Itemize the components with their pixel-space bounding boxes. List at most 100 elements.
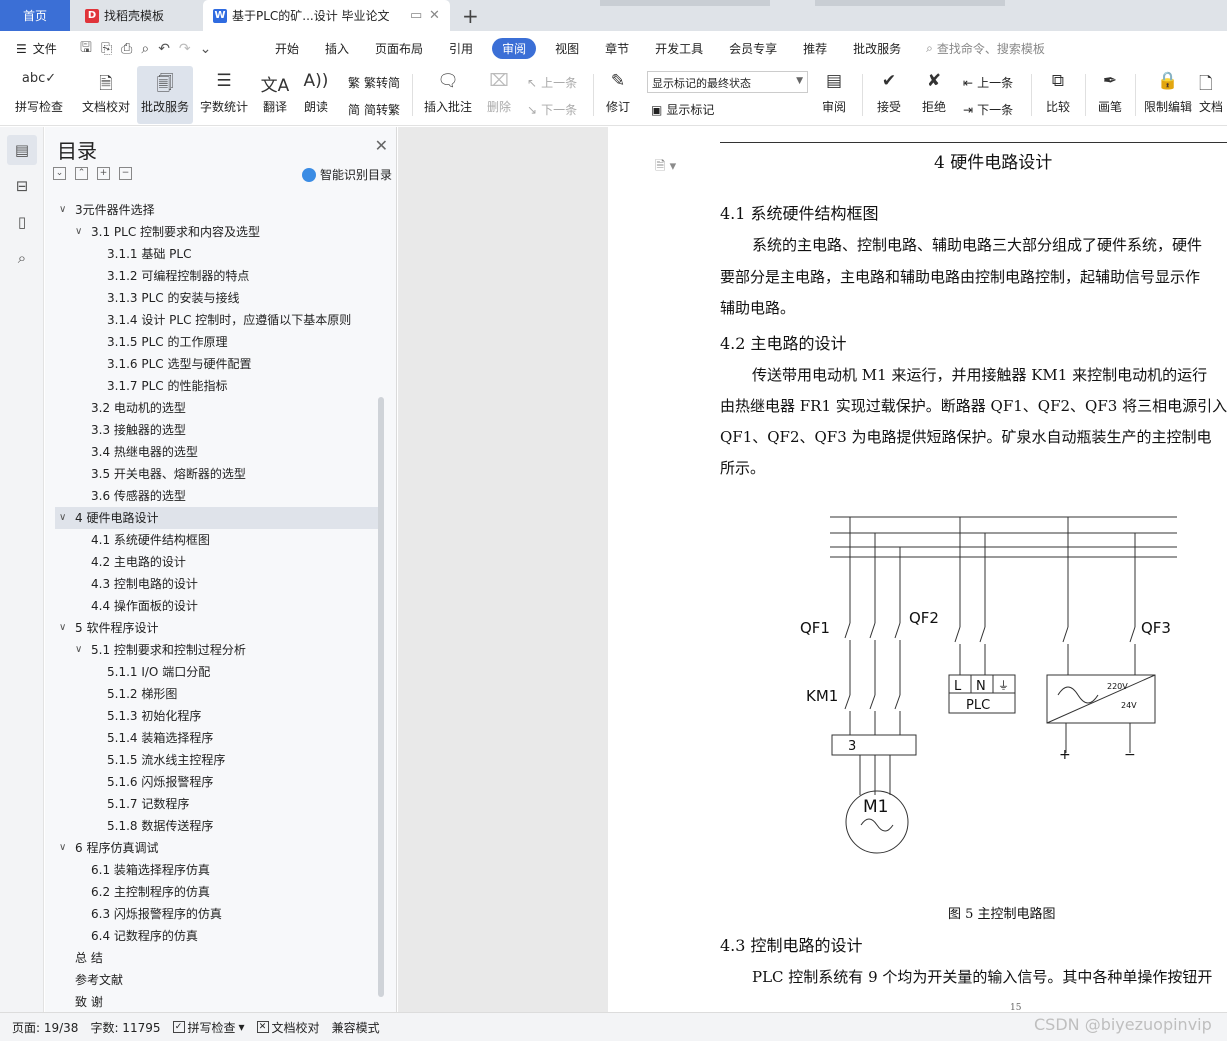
toc-item[interactable]: ∨ 4 硬件电路设计: [55, 507, 378, 529]
toc-item[interactable]: 6.4 记数程序的仿真: [45, 925, 385, 947]
menu-item[interactable]: 开始: [262, 40, 312, 57]
tab-document[interactable]: W 基于PLC的矿...设计 毕业论文 ▭ ✕: [203, 0, 450, 31]
pen-button[interactable]: ✒ 画笔: [1092, 66, 1128, 124]
revise-button[interactable]: ✎ 修订: [600, 66, 636, 124]
toc-item[interactable]: ∨ 5 软件程序设计: [45, 617, 385, 639]
word-count-button[interactable]: ☰ 字数统计: [196, 66, 252, 124]
review-pane-button[interactable]: ▤ 审阅: [815, 66, 853, 124]
toc-item[interactable]: 4.4 操作面板的设计: [45, 595, 385, 617]
toc-item[interactable]: 3.1.6 PLC 选型与硬件配置: [45, 353, 385, 375]
add-tab-button[interactable]: +: [462, 4, 479, 28]
toc-item[interactable]: 3.1.2 可编程控制器的特点: [45, 265, 385, 287]
restrict-edit-button[interactable]: 🔒 限制编辑: [1141, 66, 1195, 124]
toc-icon[interactable]: ▤: [7, 135, 37, 165]
correct-service-button[interactable]: 🗐 批改服务: [137, 66, 193, 124]
toc-item[interactable]: 5.1.2 梯形图: [45, 683, 385, 705]
toc-item[interactable]: 4.2 主电路的设计: [45, 551, 385, 573]
preview-icon[interactable]: ⌕: [141, 41, 149, 57]
delete-comment-button[interactable]: ⌧ 删除: [480, 66, 518, 124]
toc-item[interactable]: 3.1.4 设计 PLC 控制时，应遵循以下基本原则: [45, 309, 385, 331]
expand-up-icon[interactable]: ⌃: [75, 167, 88, 180]
expand-caret-icon[interactable]: ∨: [75, 221, 82, 243]
expand-caret-icon[interactable]: ∨: [59, 199, 66, 221]
more-icon[interactable]: ⌄: [200, 41, 212, 57]
simp-to-trad-button[interactable]: 简简转繁: [348, 101, 400, 118]
status-proofread[interactable]: ✕ 文档校对: [256, 1019, 320, 1036]
undo-icon[interactable]: ↶: [158, 41, 170, 57]
save-icon[interactable]: 🖫: [80, 37, 92, 61]
read-aloud-button[interactable]: A)) 朗读: [298, 66, 334, 124]
menu-item[interactable]: 插入: [312, 40, 362, 57]
plus-icon[interactable]: +: [97, 167, 110, 180]
redo-icon[interactable]: ↷: [179, 41, 191, 57]
tab-template[interactable]: D 找稻壳模板: [71, 0, 199, 31]
insert-comment-button[interactable]: 🗨 插入批注: [420, 66, 476, 124]
toc-item[interactable]: 3.3 接触器的选型: [45, 419, 385, 441]
toc-scrollbar[interactable]: [378, 397, 384, 997]
menu-item[interactable]: 会员专享: [716, 40, 790, 57]
toc-item[interactable]: ∨ 6 程序仿真调试: [45, 837, 385, 859]
menu-item[interactable]: 视图: [542, 40, 592, 57]
menu-item[interactable]: 审阅: [492, 38, 537, 59]
toc-item[interactable]: 5.1.5 流水线主控程序: [45, 749, 385, 771]
next-change-button[interactable]: ⇥ 下一条: [963, 101, 1013, 118]
menu-item[interactable]: 引用: [436, 40, 486, 57]
toc-item[interactable]: 3.1.5 PLC 的工作原理: [45, 331, 385, 353]
toc-item[interactable]: 6.2 主控制程序的仿真: [45, 881, 385, 903]
toc-item[interactable]: 总 结: [45, 947, 385, 969]
toc-item[interactable]: 5.1.4 装箱选择程序: [45, 727, 385, 749]
toc-item[interactable]: 4.3 控制电路的设计: [45, 573, 385, 595]
expand-caret-icon[interactable]: ∨: [75, 639, 82, 661]
chapter-icon[interactable]: ⊟: [7, 171, 37, 201]
proofread-button[interactable]: 🗎 文档校对: [77, 66, 135, 124]
toc-item[interactable]: 6.1 装箱选择程序仿真: [45, 859, 385, 881]
show-markup-button[interactable]: ▣ 显示标记: [651, 101, 714, 118]
toc-item[interactable]: 5.1.7 记数程序: [45, 793, 385, 815]
tab-home[interactable]: 首页: [0, 0, 70, 31]
page-indicator[interactable]: 页面: 19/38: [12, 1019, 78, 1036]
export-icon[interactable]: ⎘: [101, 41, 112, 57]
minus-icon[interactable]: −: [119, 167, 132, 180]
toc-item[interactable]: 5.1.8 数据传送程序: [45, 815, 385, 837]
find-icon[interactable]: ⌕: [7, 243, 37, 273]
command-search[interactable]: ⌕ 查找命令、搜索模板: [926, 40, 1045, 57]
smart-toc-button[interactable]: 智能识别目录: [301, 166, 392, 183]
menu-item[interactable]: 页面布局: [362, 40, 436, 57]
translate-button[interactable]: 文A 翻译: [255, 66, 295, 124]
doc-rights-button[interactable]: 🗋 文档: [1199, 66, 1227, 124]
close-tab-icon[interactable]: ✕: [429, 8, 440, 23]
toc-item[interactable]: ∨ 3元件器件选择: [45, 199, 385, 221]
expand-caret-icon[interactable]: ∨: [59, 837, 66, 859]
toc-item[interactable]: 5.1.1 I/O 端口分配: [45, 661, 385, 683]
compare-button[interactable]: ⧉ 比较: [1038, 66, 1078, 124]
toc-item[interactable]: 5.1.3 初始化程序: [45, 705, 385, 727]
toc-item[interactable]: 3.1.1 基础 PLC: [45, 243, 385, 265]
markup-state-select[interactable]: 显示标记的最终状态 ▼: [647, 71, 808, 93]
expand-caret-icon[interactable]: ∨: [59, 507, 66, 529]
toc-item[interactable]: 5.1.6 闪烁报警程序: [45, 771, 385, 793]
toc-item[interactable]: 6.3 闪烁报警程序的仿真: [45, 903, 385, 925]
next-comment-button[interactable]: ↘ 下一条: [527, 101, 577, 118]
toc-item[interactable]: 3.2 电动机的选型: [45, 397, 385, 419]
print-icon[interactable]: ⎙: [121, 41, 132, 57]
restore-icon[interactable]: ▭: [410, 8, 422, 23]
bookmark-icon[interactable]: ▯: [7, 207, 37, 237]
page-options-icon[interactable]: 🗎 ▾: [655, 157, 676, 179]
close-icon[interactable]: ✕: [375, 136, 388, 155]
collapse-all-icon[interactable]: ⌄: [53, 167, 66, 180]
menu-item[interactable]: 推荐: [790, 40, 840, 57]
file-menu[interactable]: ☰ 文件: [0, 40, 72, 57]
status-spellcheck[interactable]: ✓ 拼写检查 ▾: [172, 1019, 245, 1036]
toc-item[interactable]: 3.4 热继电器的选型: [45, 441, 385, 463]
word-count-indicator[interactable]: 字数: 11795: [90, 1019, 160, 1036]
toc-item[interactable]: 4.1 系统硬件结构框图: [45, 529, 385, 551]
toc-item[interactable]: 3.1.7 PLC 的性能指标: [45, 375, 385, 397]
toc-item[interactable]: 致 谢: [45, 991, 385, 1013]
toc-item[interactable]: 3.1.3 PLC 的安装与接线: [45, 287, 385, 309]
prev-change-button[interactable]: ⇤ 上一条: [963, 74, 1013, 91]
toc-item[interactable]: ∨ 3.1 PLC 控制要求和内容及选型: [45, 221, 385, 243]
toc-item[interactable]: 参考文献: [45, 969, 385, 991]
toc-item[interactable]: ∨ 5.1 控制要求和控制过程分析: [45, 639, 385, 661]
menu-item[interactable]: 开发工具: [642, 40, 716, 57]
menu-item[interactable]: 批改服务: [840, 40, 914, 57]
